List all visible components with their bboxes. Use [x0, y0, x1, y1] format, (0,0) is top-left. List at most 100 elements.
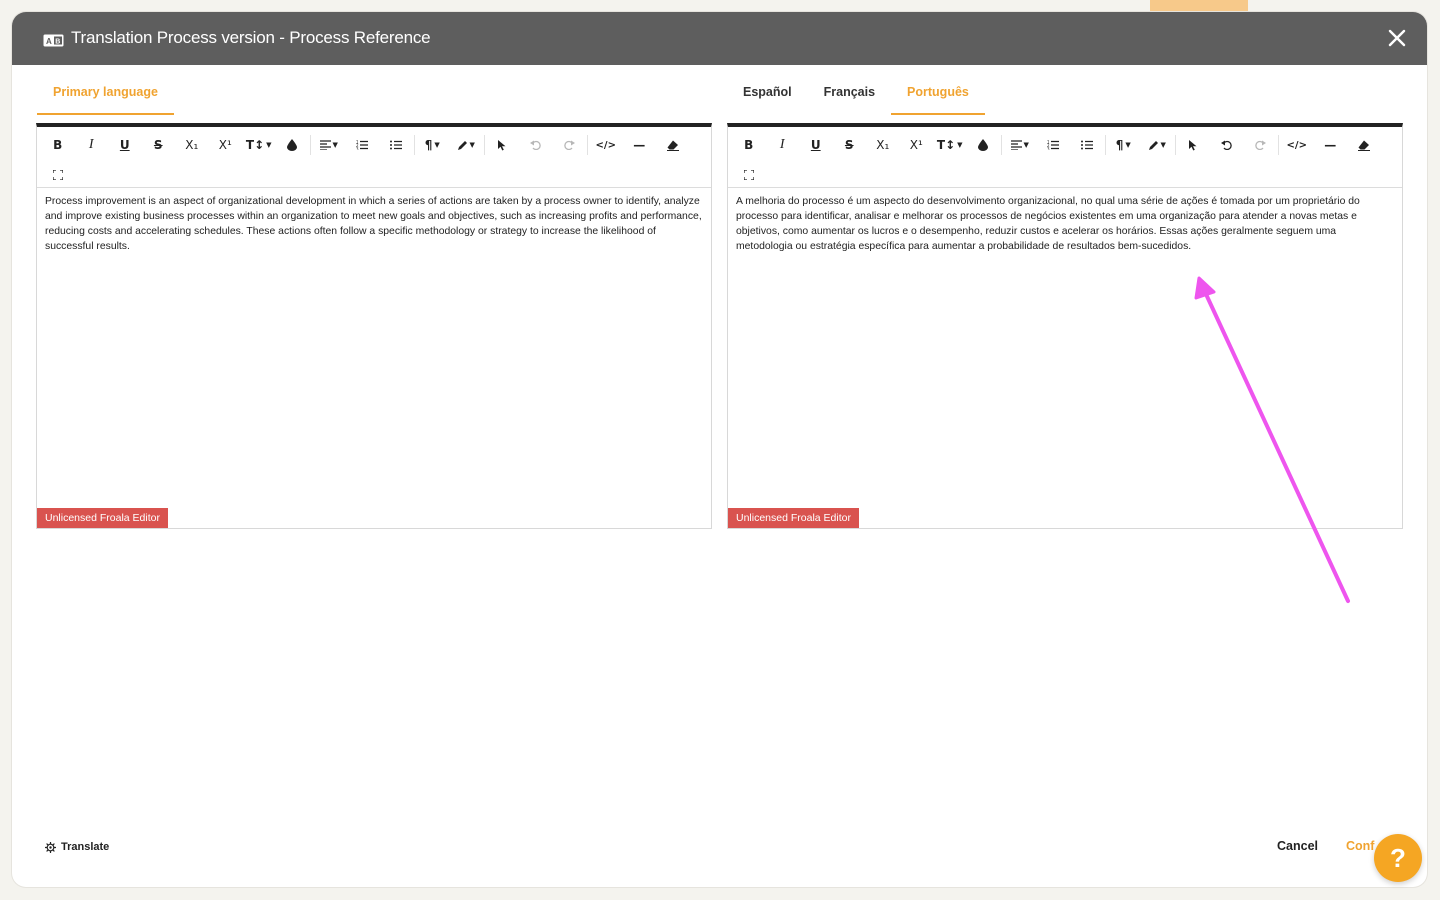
help-button[interactable]: ?: [1374, 834, 1422, 882]
undo-button[interactable]: [519, 133, 553, 157]
chevron-down-icon: ▼: [266, 141, 272, 149]
paragraph-style-dropdown[interactable]: ▼: [449, 133, 483, 157]
code-icon: </>: [1286, 139, 1307, 151]
ordered-list-button[interactable]: 123: [1037, 133, 1071, 157]
chevron-down-icon: ▼: [1023, 141, 1029, 149]
cancel-button[interactable]: Cancel: [1277, 839, 1318, 853]
translation-editor: B I U S X₁ X¹ T↕ ▼ ▼ 123 ¶ ▼ ▼ </> — A m…: [727, 123, 1403, 529]
translate-label: Translate: [61, 841, 110, 853]
strikethrough-button[interactable]: S: [142, 133, 176, 157]
bold-button[interactable]: B: [41, 133, 75, 157]
paragraph-icon: ¶: [424, 138, 433, 152]
gear-icon: [45, 841, 56, 853]
select-all-button[interactable]: [1177, 133, 1211, 157]
chevron-down-icon: ▼: [1160, 141, 1166, 149]
align-dropdown[interactable]: ▼: [312, 133, 346, 157]
clear-formatting-button[interactable]: [1347, 133, 1381, 157]
underline-button[interactable]: U: [108, 133, 142, 157]
ordered-list-icon: 123: [1047, 140, 1060, 151]
fullscreen-button[interactable]: [732, 163, 766, 187]
align-dropdown[interactable]: ▼: [1003, 133, 1037, 157]
ordered-list-icon: 123: [356, 140, 369, 151]
toolbar-divider: [483, 135, 485, 155]
translate-badge-icon: A B: [43, 34, 64, 47]
font-size-icon: T↕: [245, 138, 265, 152]
undo-button[interactable]: [1210, 133, 1244, 157]
droplet-icon: [287, 139, 298, 151]
fullscreen-icon: [743, 170, 754, 180]
italic-button[interactable]: I: [75, 133, 109, 157]
redo-button[interactable]: [1244, 133, 1278, 157]
tab-primary-language[interactable]: Primary language: [37, 77, 174, 115]
align-left-icon: [319, 140, 331, 150]
translation-editor-content[interactable]: A melhoria do processo é um aspecto do d…: [728, 188, 1402, 260]
text-color-button[interactable]: [276, 133, 310, 157]
font-size-icon: T↕: [936, 138, 956, 152]
font-size-dropdown[interactable]: T↕ ▼: [242, 133, 276, 157]
svg-text:A: A: [46, 37, 52, 46]
select-all-button[interactable]: [486, 133, 520, 157]
tab-espanol[interactable]: Español: [727, 77, 808, 115]
code-icon: </>: [595, 139, 616, 151]
primary-editor: B I U S X₁ X¹ T↕ ▼ ▼ 123 ¶ ▼ ▼ </> — Pro…: [36, 123, 712, 529]
toolbar-divider: [310, 135, 311, 155]
pen-icon: [1148, 140, 1158, 150]
toolbar-divider: [1174, 135, 1176, 155]
paragraph-format-dropdown[interactable]: ¶ ▼: [416, 133, 450, 157]
primary-editor-content[interactable]: Process improvement is an aspect of orga…: [37, 188, 711, 260]
chevron-down-icon: ▼: [1125, 141, 1131, 149]
toolbar-divider: [1278, 135, 1279, 155]
unlicensed-badge[interactable]: Unlicensed Froala Editor: [37, 508, 168, 528]
redo-icon: [563, 140, 575, 150]
paragraph-icon: ¶: [1115, 138, 1124, 152]
tab-portugues[interactable]: Português: [891, 77, 985, 115]
clear-formatting-button[interactable]: [656, 133, 690, 157]
font-size-dropdown[interactable]: T↕ ▼: [933, 133, 967, 157]
code-view-button[interactable]: </>: [1280, 133, 1314, 157]
bullet-list-icon: [1080, 140, 1093, 150]
paragraph-format-dropdown[interactable]: ¶ ▼: [1107, 133, 1141, 157]
chevron-down-icon: ▼: [957, 141, 963, 149]
droplet-icon: [978, 139, 989, 151]
eraser-icon: [1357, 140, 1370, 151]
bold-button[interactable]: B: [732, 133, 766, 157]
translate-button[interactable]: Translate: [45, 841, 109, 853]
italic-button[interactable]: I: [766, 133, 800, 157]
toolbar-divider: [587, 135, 588, 155]
code-view-button[interactable]: </>: [589, 133, 623, 157]
subscript-button[interactable]: X₁: [175, 133, 209, 157]
editor-toolbar: B I U S X₁ X¹ T↕ ▼ ▼ 123 ¶ ▼ ▼ </> —: [728, 127, 1402, 188]
unordered-list-button[interactable]: [379, 133, 413, 157]
superscript-button[interactable]: X¹: [209, 133, 243, 157]
unlicensed-badge[interactable]: Unlicensed Froala Editor: [728, 508, 859, 528]
close-icon[interactable]: [1385, 26, 1409, 50]
confirm-button[interactable]: Conf: [1346, 839, 1374, 853]
fullscreen-icon: [52, 170, 63, 180]
svg-text:3: 3: [356, 147, 359, 151]
svg-text:B: B: [55, 39, 60, 46]
subscript-button[interactable]: X₁: [866, 133, 900, 157]
translation-modal: A B Translation Process version - Proces…: [12, 12, 1427, 887]
tab-francais[interactable]: Français: [808, 77, 891, 115]
unordered-list-button[interactable]: [1070, 133, 1104, 157]
ordered-list-button[interactable]: 123: [346, 133, 380, 157]
underline-button[interactable]: U: [799, 133, 833, 157]
horizontal-line-button[interactable]: —: [1314, 133, 1348, 157]
fullscreen-button[interactable]: [41, 163, 75, 187]
undo-icon: [1221, 140, 1233, 150]
horizontal-line-button[interactable]: —: [623, 133, 657, 157]
redo-button[interactable]: [553, 133, 587, 157]
paragraph-style-dropdown[interactable]: ▼: [1140, 133, 1174, 157]
align-left-icon: [1010, 140, 1022, 150]
toolbar-divider: [1001, 135, 1002, 155]
chevron-down-icon: ▼: [332, 141, 338, 149]
superscript-button[interactable]: X¹: [900, 133, 934, 157]
chevron-down-icon: ▼: [469, 141, 475, 149]
svg-text:3: 3: [1047, 147, 1050, 151]
text-color-button[interactable]: [967, 133, 1001, 157]
cursor-icon: [1188, 139, 1197, 150]
toolbar-divider: [413, 135, 415, 155]
eraser-icon: [666, 140, 679, 151]
toolbar-divider: [1104, 135, 1106, 155]
strikethrough-button[interactable]: S: [833, 133, 867, 157]
